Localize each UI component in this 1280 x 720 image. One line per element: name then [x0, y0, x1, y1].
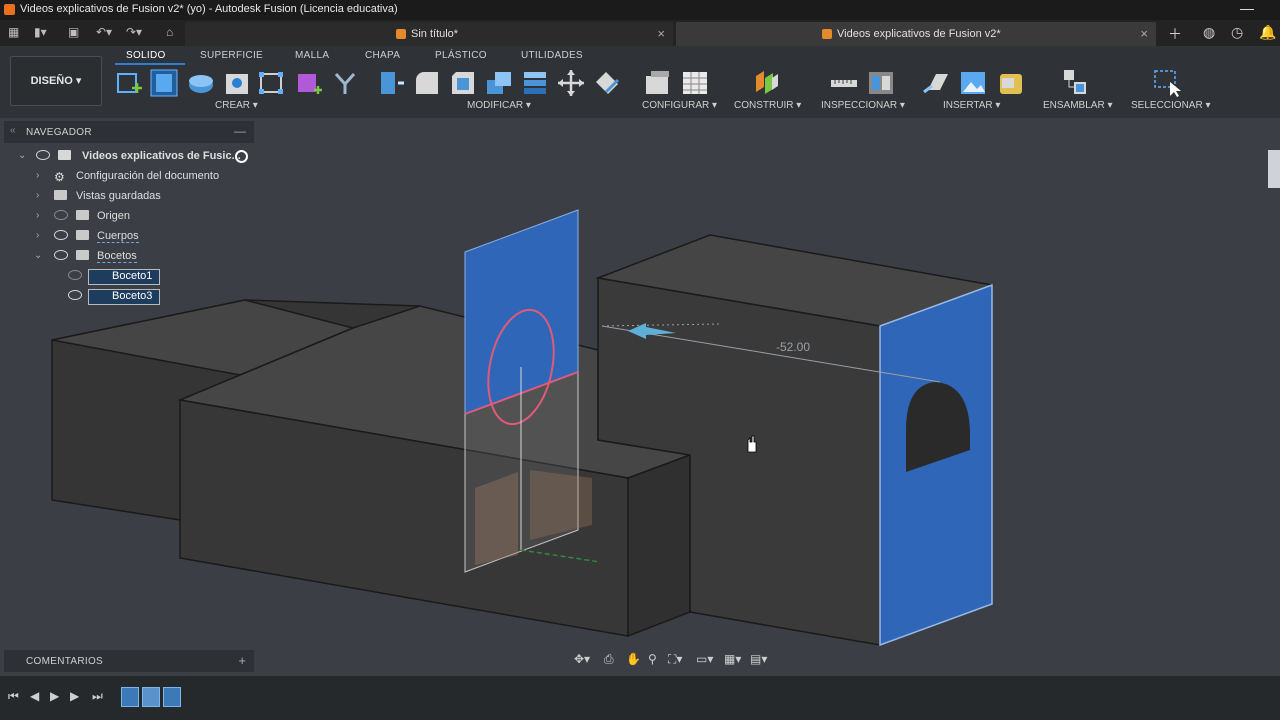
body-right-step-face: [627, 453, 691, 638]
tree-item-label: Configuración del documento: [76, 170, 220, 182]
visibility-eye-icon[interactable]: [36, 150, 50, 160]
timeline-previous-icon[interactable]: ◀: [30, 689, 39, 703]
root-label: Videos explicativos de Fusic...: [82, 150, 241, 162]
grid-settings-icon[interactable]: ▦▾: [724, 652, 741, 666]
add-comment-icon[interactable]: +: [238, 653, 246, 668]
timeline-play-icon[interactable]: ▶: [50, 689, 59, 703]
chevron-down-icon[interactable]: ⌄: [18, 150, 26, 161]
chevron-right-icon[interactable]: ›: [36, 230, 39, 241]
tree-item-label: Boceto1: [112, 270, 153, 282]
tree-item-bocetos[interactable]: ⌄ Bocetos: [18, 247, 254, 267]
timeline-extrude-item[interactable]: [142, 687, 160, 707]
tree-item-label: Vistas guardadas: [76, 190, 161, 202]
collapse-browser-icon[interactable]: —: [234, 124, 246, 138]
tree-root[interactable]: ⌄ Videos explicativos de Fusic...: [18, 147, 254, 167]
block-side-face-selected: [879, 283, 993, 647]
tree-item-config[interactable]: › ⚙ Configuración del documento: [18, 167, 254, 187]
chevron-down-icon[interactable]: ⌄: [34, 250, 42, 261]
timeline-end-icon[interactable]: ⏭: [92, 689, 103, 704]
hidden-eye-icon[interactable]: [54, 210, 68, 220]
collapse-handle-icon[interactable]: «: [10, 125, 16, 136]
tree-item-label: Bocetos: [97, 250, 137, 263]
display-settings-icon[interactable]: ▭▾: [696, 652, 713, 666]
tree-item-boceto1[interactable]: Boceto1: [60, 267, 164, 287]
zoom-icon[interactable]: ⚲: [648, 652, 657, 666]
sketch-shadow: [475, 472, 518, 565]
fit-icon[interactable]: ⛶▾: [668, 652, 682, 667]
tree-item-origen[interactable]: › Origen: [18, 207, 254, 227]
tree-item-label: Boceto3: [112, 290, 153, 302]
comments-panel[interactable]: COMENTARIOS +: [4, 650, 254, 672]
viewports-icon[interactable]: ▤▾: [750, 652, 767, 666]
chevron-right-icon[interactable]: ›: [36, 190, 39, 201]
timeline-sketch-item[interactable]: [121, 687, 139, 707]
tree-item-label: Cuerpos: [97, 230, 139, 243]
hidden-eye-icon[interactable]: [68, 270, 82, 280]
chevron-right-icon[interactable]: ›: [36, 170, 39, 181]
browser-header[interactable]: « NAVEGADOR —: [4, 121, 254, 143]
visibility-eye-icon[interactable]: [68, 290, 82, 300]
dimension-value[interactable]: -52.00: [776, 340, 810, 354]
viewcube-icon: [1268, 150, 1280, 188]
comments-title: COMENTARIOS: [26, 656, 104, 667]
browser-title: NAVEGADOR: [26, 127, 92, 138]
tree-item-vistas[interactable]: › Vistas guardadas: [18, 187, 254, 207]
tree-item-boceto3[interactable]: Boceto3: [60, 287, 164, 307]
folder-icon: [76, 210, 89, 220]
pan-icon[interactable]: ✋: [626, 652, 641, 666]
tree-item-cuerpos[interactable]: › Cuerpos: [18, 227, 254, 247]
folder-icon: [76, 230, 89, 240]
navigation-bar: ✥▾ ⎙ ✋ ⚲ ⛶▾ ▭▾ ▦▾ ▤▾: [572, 650, 777, 670]
3d-viewport[interactable]: [0, 0, 1280, 720]
tree-item-label: Origen: [97, 210, 131, 222]
chevron-right-icon[interactable]: ›: [36, 210, 39, 221]
orbit-icon[interactable]: ✥▾: [574, 652, 590, 666]
visibility-eye-icon[interactable]: [54, 250, 68, 260]
timeline-next-icon[interactable]: ▶: [70, 689, 79, 703]
folder-icon: [76, 250, 89, 260]
visibility-eye-icon[interactable]: [54, 230, 68, 240]
look-at-icon[interactable]: ⎙: [604, 652, 614, 667]
timeline: ⏮ ◀ ▶ ▶ ⏭: [0, 676, 1280, 720]
active-radio-icon[interactable]: [235, 150, 248, 163]
timeline-sketch-item[interactable]: [163, 687, 181, 707]
timeline-start-icon[interactable]: ⏮: [8, 689, 19, 704]
gear-icon: ⚙: [54, 170, 65, 184]
document-icon: [58, 150, 71, 160]
folder-icon: [54, 190, 67, 200]
